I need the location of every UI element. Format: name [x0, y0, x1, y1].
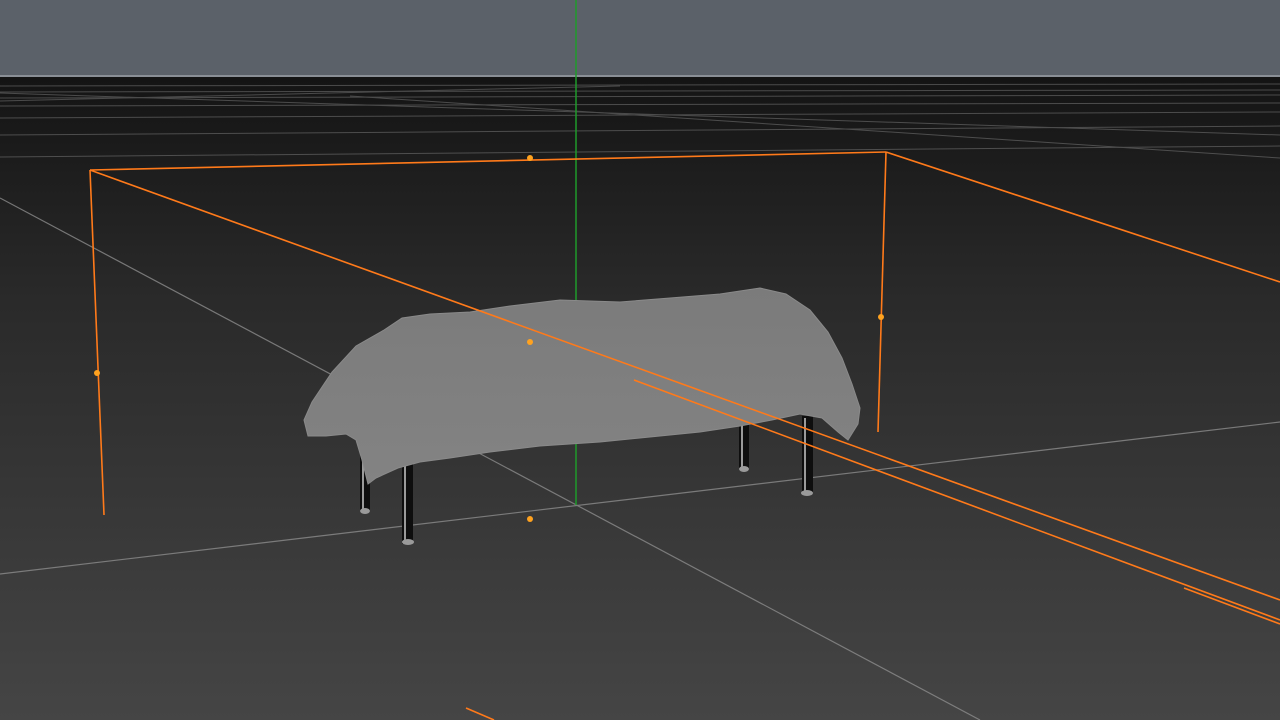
table-leg-back-right[interactable] — [739, 424, 749, 472]
bounding-box-handle-icon — [94, 370, 100, 376]
viewport-sky — [0, 0, 1280, 76]
bounding-box-handle-icon — [527, 155, 533, 161]
bounding-box-handle-icon — [527, 516, 533, 522]
bounding-box-handle-icon — [527, 339, 533, 345]
viewport-canvas[interactable] — [0, 0, 1280, 720]
bounding-box-handle-icon — [878, 314, 884, 320]
table-leg-front-left[interactable] — [402, 462, 414, 545]
3d-viewport[interactable] — [0, 0, 1280, 720]
